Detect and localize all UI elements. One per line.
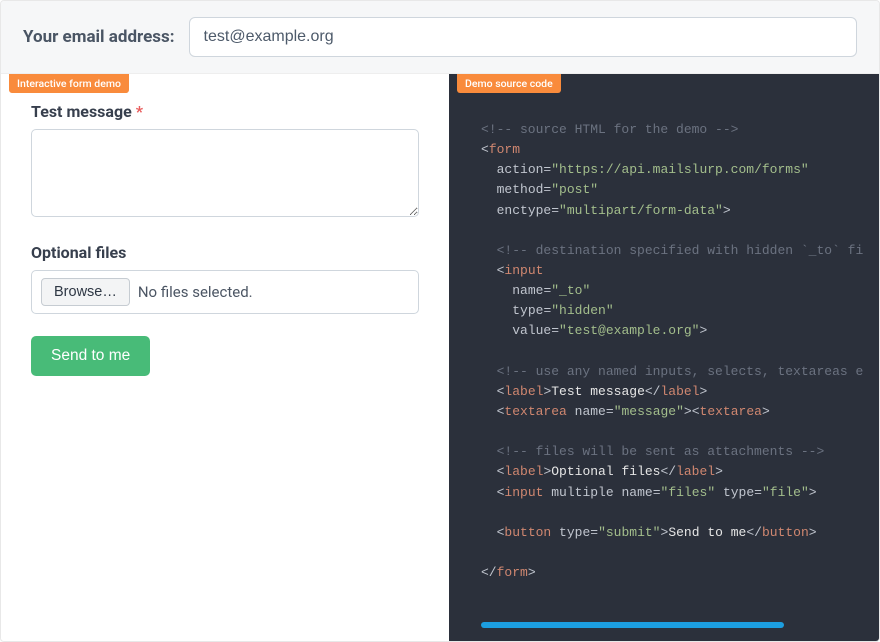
code-val: "https://api.mailslurp.com/forms" (551, 162, 808, 177)
code-panel-badge: Demo source code (457, 74, 561, 93)
code-val: "hidden" (551, 303, 613, 318)
code-attr: method (497, 182, 544, 197)
code-attr: value (512, 323, 551, 338)
code-val: "file" (762, 485, 809, 500)
code-val: "multipart/form-data" (559, 203, 723, 218)
code-tag: label (660, 384, 699, 399)
code-tag: form (497, 565, 528, 580)
code-val: "post" (551, 182, 598, 197)
email-label: Your email address: (23, 27, 175, 47)
code-text: Test message (551, 384, 645, 399)
code-comment: <!-- files will be sent as attachments -… (497, 444, 825, 459)
code-tag: button (504, 525, 551, 540)
message-textarea[interactable] (31, 129, 419, 217)
code-tag: form (489, 142, 520, 157)
code-tag: input (504, 263, 543, 278)
code-tag: label (504, 384, 543, 399)
code-attr: type (723, 485, 754, 500)
top-bar: Your email address: (1, 1, 879, 74)
code-comment: <!-- use any named inputs, selects, text… (497, 364, 864, 379)
files-label: Optional files (31, 243, 419, 262)
browse-button[interactable]: Browse… (41, 278, 130, 306)
required-indicator: * (136, 102, 143, 121)
code-val: "submit" (598, 525, 660, 540)
email-input[interactable] (189, 17, 857, 57)
code-attr: enctype (497, 203, 552, 218)
code-attr: name (512, 283, 543, 298)
code-tag: textarea (504, 404, 566, 419)
code-attr: type (512, 303, 543, 318)
code-comment: <!-- source HTML for the demo --> (481, 122, 738, 137)
form-panel-badge: Interactive form demo (9, 74, 129, 93)
code-tag: button (762, 525, 809, 540)
message-label: Test message * (31, 102, 419, 121)
code-val: "message" (614, 404, 684, 419)
code-text: Send to me (668, 525, 746, 540)
code-attr: name (621, 485, 652, 500)
code-attr: multiple (551, 485, 613, 500)
file-status-text: No files selected. (138, 283, 253, 301)
code-val: "test@example.org" (559, 323, 699, 338)
code-panel: Demo source code <!-- source HTML for th… (449, 74, 879, 642)
code-attr: action (497, 162, 544, 177)
code-val: "files" (661, 485, 716, 500)
code-tag: input (504, 485, 543, 500)
form-panel: Interactive form demo Test message * Opt… (1, 74, 449, 642)
app-frame: Your email address: Interactive form dem… (0, 0, 880, 642)
code-val: "_to" (551, 283, 590, 298)
panels: Interactive form demo Test message * Opt… (1, 74, 879, 642)
horizontal-scrollbar[interactable] (481, 622, 851, 628)
file-input-row: Browse… No files selected. (31, 270, 419, 314)
code-tag: label (676, 464, 715, 479)
code-attr: type (559, 525, 590, 540)
files-group: Optional files Browse… No files selected… (31, 243, 419, 314)
code-text: Optional files (551, 464, 660, 479)
message-label-text: Test message (31, 102, 132, 121)
source-code: <!-- source HTML for the demo --> <form … (481, 120, 869, 583)
send-button[interactable]: Send to me (31, 336, 150, 376)
code-tag: textarea (700, 404, 762, 419)
code-attr: name (575, 404, 606, 419)
scrollbar-thumb[interactable] (481, 622, 784, 628)
code-comment: <!-- destination specified with hidden `… (497, 243, 864, 258)
code-tag: label (504, 464, 543, 479)
